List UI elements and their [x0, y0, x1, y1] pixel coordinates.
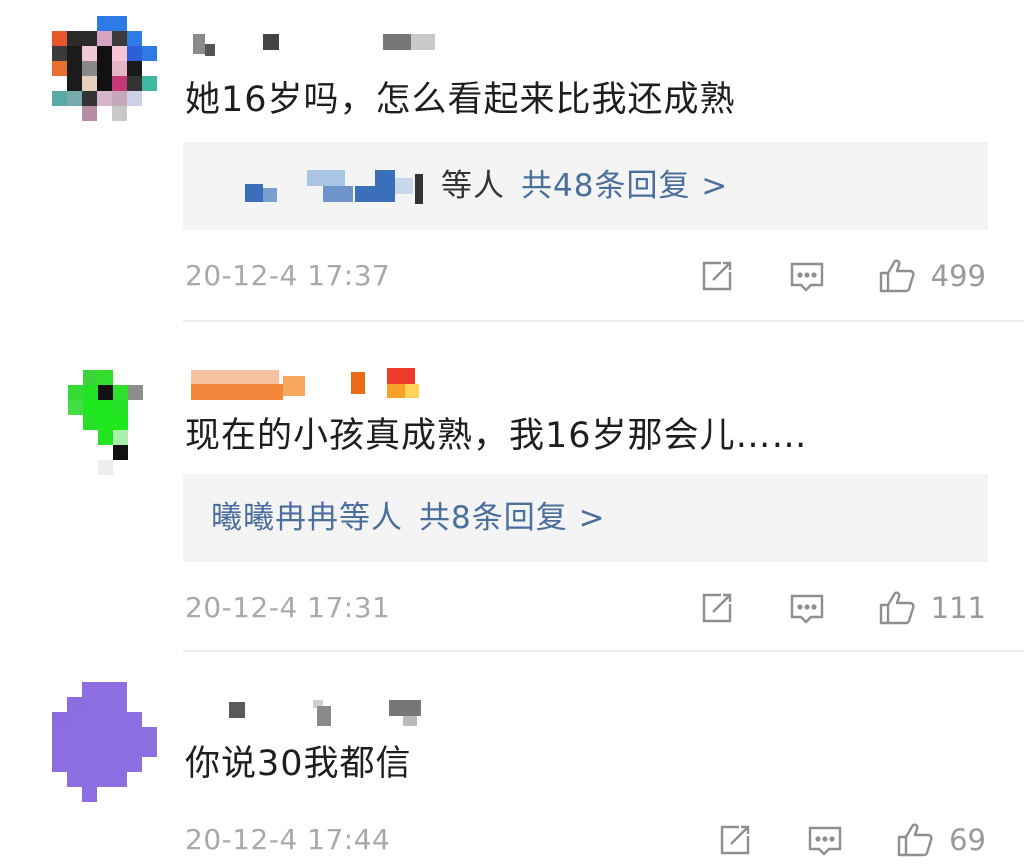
comment-item: 你说30我都信 20-12-4 17:44 69 — [0, 652, 1024, 868]
edit-share-icon[interactable] — [697, 588, 737, 628]
edit-share-icon[interactable] — [697, 256, 737, 296]
reply-count-link[interactable]: 共8条回复 > — [419, 500, 606, 536]
avatar[interactable] — [68, 370, 158, 475]
comment-timestamp: 20-12-4 17:31 — [185, 591, 391, 624]
like-count: 69 — [949, 823, 986, 857]
comment-actions: 111 — [697, 586, 986, 630]
comment-text: 现在的小孩真成熟，我16岁那会儿…… — [185, 416, 808, 456]
comment-text: 你说30我都信 — [185, 744, 412, 784]
replies-preview[interactable]: 等人 共48条回复 > — [183, 142, 988, 230]
replies-preview[interactable]: 曦曦冉冉等人 共8条回复 > — [183, 474, 988, 562]
reply-users[interactable]: 曦曦冉冉等人 — [211, 500, 403, 536]
thumbs-up-icon[interactable] — [877, 588, 917, 628]
reply-users-redacted — [211, 164, 441, 208]
comment-actions: 499 — [697, 254, 986, 298]
comment-bubble-icon[interactable] — [805, 820, 845, 860]
username-redacted[interactable] — [183, 28, 483, 62]
comment-bubble-icon[interactable] — [787, 256, 827, 296]
edit-share-icon[interactable] — [715, 820, 755, 860]
comment-timestamp: 20-12-4 17:37 — [185, 259, 391, 292]
comment-bubble-icon[interactable] — [787, 588, 827, 628]
username-redacted[interactable] — [183, 696, 483, 730]
comment-item: 她16岁吗，怎么看起来比我还成熟 等人 共48条回复 > 20-12-4 17:3… — [0, 0, 1024, 322]
thumbs-up-icon[interactable] — [877, 256, 917, 296]
comment-text: 她16岁吗，怎么看起来比我还成熟 — [185, 80, 736, 120]
username-redacted[interactable] — [183, 366, 483, 400]
avatar[interactable] — [52, 16, 157, 136]
avatar[interactable] — [52, 682, 157, 802]
comment-timestamp: 20-12-4 17:44 — [185, 823, 391, 856]
like-count: 499 — [930, 259, 986, 293]
thumbs-up-icon[interactable] — [895, 820, 935, 860]
reply-count-link[interactable]: 共48条回复 > — [521, 168, 728, 204]
like-count: 111 — [930, 591, 986, 625]
comment-item: 现在的小孩真成熟，我16岁那会儿…… 曦曦冉冉等人 共8条回复 > 20-12-4… — [0, 322, 1024, 652]
reply-users-suffix: 等人 — [441, 168, 505, 204]
comment-actions: 69 — [715, 818, 986, 862]
